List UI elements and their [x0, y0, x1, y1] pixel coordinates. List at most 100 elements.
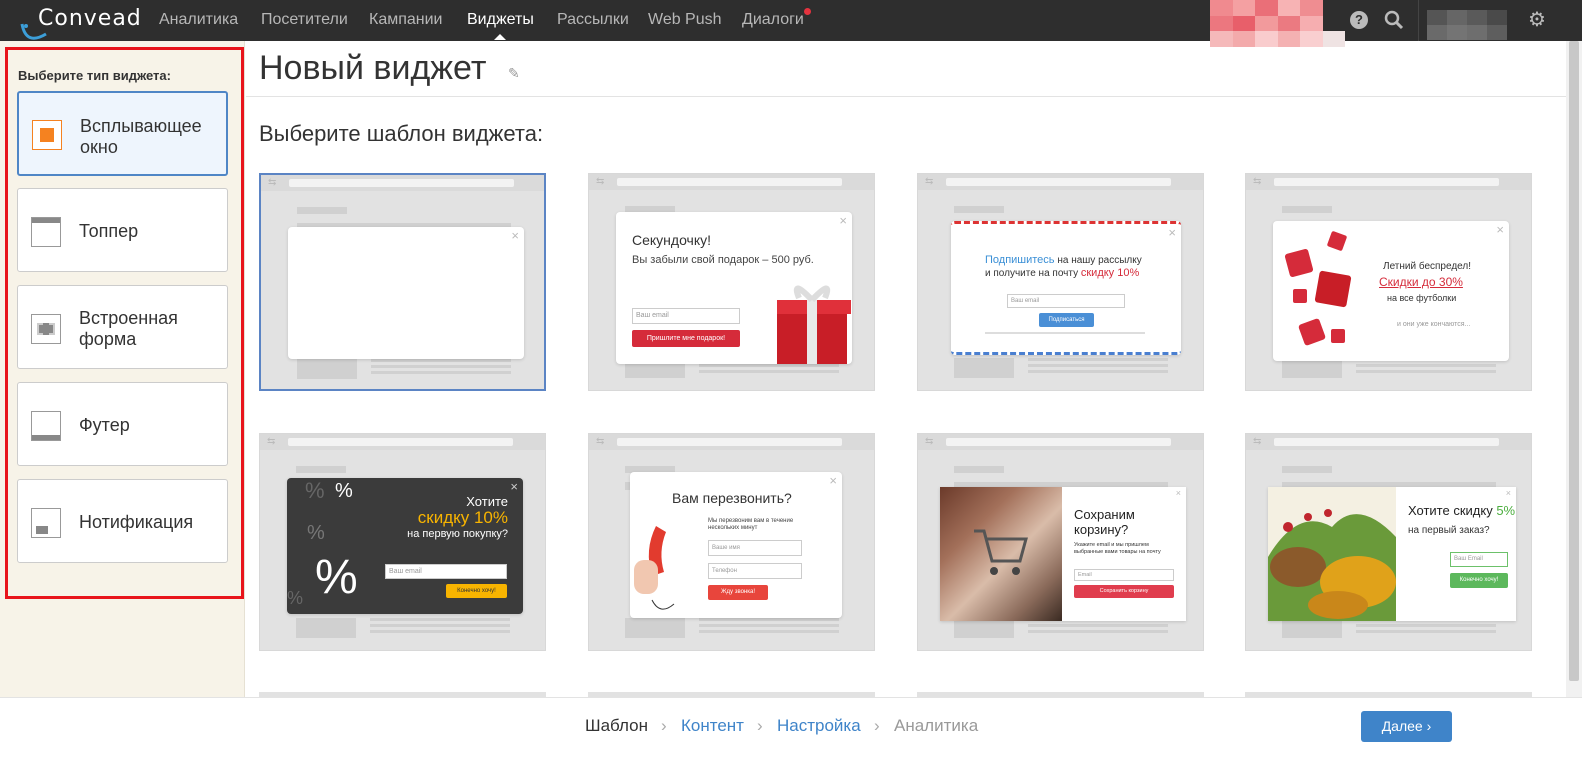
template-percent-dark[interactable]: ⇆ × % % % % % Хотите скидку 10% на перву…: [259, 433, 546, 651]
tpl-sale-line3: на все футболки: [1387, 293, 1457, 303]
step-analytics[interactable]: Аналитика: [894, 716, 978, 736]
template-callback[interactable]: ⇆ × Вам перезвонить? Мы перезвоним вам в…: [588, 433, 875, 651]
tpl-subscribe-email: Ваш email: [1007, 294, 1125, 308]
template-save-cart[interactable]: ⇆ × Сохраним корзину? Укажите email и мы…: [917, 433, 1204, 651]
percent-deco-icon: %: [307, 522, 325, 544]
percent-deco-icon: %: [287, 588, 304, 608]
nav-campaigns[interactable]: Кампании: [369, 11, 443, 29]
percent-deco-icon: %: [335, 480, 353, 502]
close-icon: ×: [829, 473, 837, 488]
close-icon: ×: [1505, 488, 1511, 498]
tpl-percent-line1: Хотите: [466, 494, 508, 509]
tpl-sale-line1: Летний беспредел!: [1383, 261, 1472, 272]
nav-widgets[interactable]: Виджеты: [467, 11, 534, 40]
tpl-sale-line4: и они уже кончаются...: [1397, 321, 1471, 328]
tpl-cart-title: Сохраним корзину?: [1074, 507, 1135, 537]
tpl-subscribe-highlight: Подпишитесь: [985, 254, 1055, 266]
subscribe-popup-preview: × Подпишитесь на нашу рассылку и получит…: [951, 221, 1181, 355]
close-icon: ×: [511, 228, 519, 243]
tpl-percent-email: Ваш email: [385, 564, 507, 579]
nav-separator: [1418, 0, 1419, 41]
chevron-right-icon: ›: [661, 716, 667, 735]
save-cart-popup-preview: × Сохраним корзину? Укажите email и мы п…: [940, 487, 1186, 621]
close-icon: ×: [510, 479, 518, 494]
type-card-topper[interactable]: Топпер: [17, 188, 228, 272]
nav-web-push[interactable]: Web Push: [648, 11, 722, 29]
summer-sale-popup-preview: × Летний беспредел! Скидки до 30% на все…: [1273, 221, 1509, 361]
scrollbar-thumb[interactable]: [1569, 41, 1579, 681]
close-icon: ×: [1175, 488, 1181, 498]
tpl-callback-text: Мы перезвоним вам в течение нескольких м…: [708, 518, 794, 531]
nav-visitors[interactable]: Посетители: [261, 11, 348, 29]
nav-mailings[interactable]: Рассылки: [557, 11, 629, 29]
tpl-cart-button: Сохранить корзину: [1074, 585, 1174, 598]
tpl-order-discount: 5%: [1496, 503, 1516, 518]
gift-box-icon: [777, 285, 851, 364]
close-icon: ×: [1168, 225, 1176, 240]
tpl-callback-title: Вам перезвонить?: [672, 490, 792, 506]
next-button[interactable]: Далее ›: [1361, 711, 1452, 742]
embedded-form-icon: [31, 314, 61, 344]
chevron-right-icon: ›: [874, 716, 880, 735]
tpl-order-title: Хотите скидку 5%: [1408, 503, 1515, 518]
tpl-subscribe-line1-rest: на нашу рассылку: [1054, 255, 1142, 266]
first-order-popup-preview: × Хотите скидку 5% на первый заказ? Ваш …: [1268, 487, 1516, 621]
percent-deco-icon: %: [315, 551, 358, 604]
help-icon[interactable]: ?: [1350, 11, 1368, 29]
logo-text: Convead: [38, 6, 142, 31]
template-summer-sale[interactable]: ⇆ × Летний беспредел! Скидки до 30% на в…: [1245, 173, 1532, 391]
close-icon: ×: [1496, 222, 1504, 237]
type-label-topper: Топпер: [79, 221, 139, 241]
account-avatar[interactable]: [1210, 0, 1345, 47]
gift-popup-preview: × Секундочку! Вы забыли свой подарок – 5…: [616, 212, 852, 364]
tpl-gift-email: Ваш email: [632, 308, 740, 324]
type-card-notification[interactable]: Нотификация: [17, 479, 228, 563]
tpl-percent-line3: на первую покупку?: [407, 528, 508, 540]
tpl-callback-phone: Телефон: [708, 563, 802, 579]
tpl-cart-text: Укажите email и мы пришлем выбранные вам…: [1074, 542, 1161, 555]
shopping-cart-icon: [974, 529, 1028, 575]
nav-analytics[interactable]: Аналитика: [159, 11, 238, 29]
step-settings[interactable]: Настройка: [777, 716, 861, 736]
tpl-percent-button: Конечно хочу!: [446, 584, 507, 598]
gear-icon[interactable]: ⚙: [1528, 10, 1546, 30]
edit-title-icon[interactable]: ✎: [508, 65, 520, 82]
type-label-popup: Всплывающее окно: [80, 116, 202, 157]
notification-dot: [804, 8, 811, 15]
phone-handset-icon: [634, 526, 675, 610]
template-subscribe[interactable]: ⇆ × Подпишитесь на нашу рассылку и получ…: [917, 173, 1204, 391]
percent-deco-icon: %: [305, 478, 325, 503]
sidebar-title: Выберите тип виджета:: [18, 68, 171, 83]
chevron-right-icon: ›: [757, 716, 763, 735]
tpl-subscribe-line2: и получите на почту скидку 10%: [985, 267, 1139, 279]
blank-popup-preview: ×: [288, 227, 524, 359]
template-first-order[interactable]: ⇆ × Хотите скидку 5% на первый заказ? Ва…: [1245, 433, 1532, 651]
type-card-embedded-form[interactable]: Встроенная форма: [17, 285, 228, 369]
search-icon[interactable]: [1384, 10, 1404, 30]
template-blank[interactable]: ⇆ ×: [259, 173, 546, 391]
close-icon: ×: [839, 213, 847, 228]
convead-logo[interactable]: Convead: [16, 4, 146, 46]
tpl-subscribe-discount: скидку 10%: [1080, 267, 1140, 279]
step-content[interactable]: Контент: [681, 716, 744, 736]
tpl-cart-email: Email: [1074, 569, 1174, 581]
top-navigation: Convead Аналитика Посетители Кампании Ви…: [0, 0, 1582, 47]
tpl-subscribe-button: Подписаться: [1039, 313, 1094, 327]
user-name-blurred[interactable]: [1427, 10, 1507, 40]
template-gift[interactable]: ⇆ × Секундочку! Вы забыли свой подарок –…: [588, 173, 875, 391]
step-template[interactable]: Шаблон: [585, 716, 648, 736]
page-title: Новый виджет: [259, 49, 487, 87]
tpl-order-title-start: Хотите скидку: [1408, 503, 1497, 518]
type-label-notification: Нотификация: [79, 512, 194, 532]
type-label-footer: Футер: [79, 415, 130, 435]
tpl-sale-line2: Скидки до 30%: [1379, 275, 1463, 289]
title-divider: [246, 96, 1566, 97]
type-card-footer[interactable]: Футер: [17, 382, 228, 466]
template-subtitle: Выберите шаблон виджета:: [259, 121, 544, 146]
tpl-subscribe-line1: Подпишитесь на нашу рассылку: [985, 254, 1142, 266]
cart-photo: [940, 487, 1062, 621]
callback-popup-preview: × Вам перезвонить? Мы перезвоним вам в т…: [630, 472, 842, 618]
type-card-popup[interactable]: Всплывающее окно: [17, 91, 228, 176]
nav-dialogs[interactable]: Диалоги: [742, 11, 804, 29]
tpl-gift-title: Секундочку!: [632, 232, 712, 248]
